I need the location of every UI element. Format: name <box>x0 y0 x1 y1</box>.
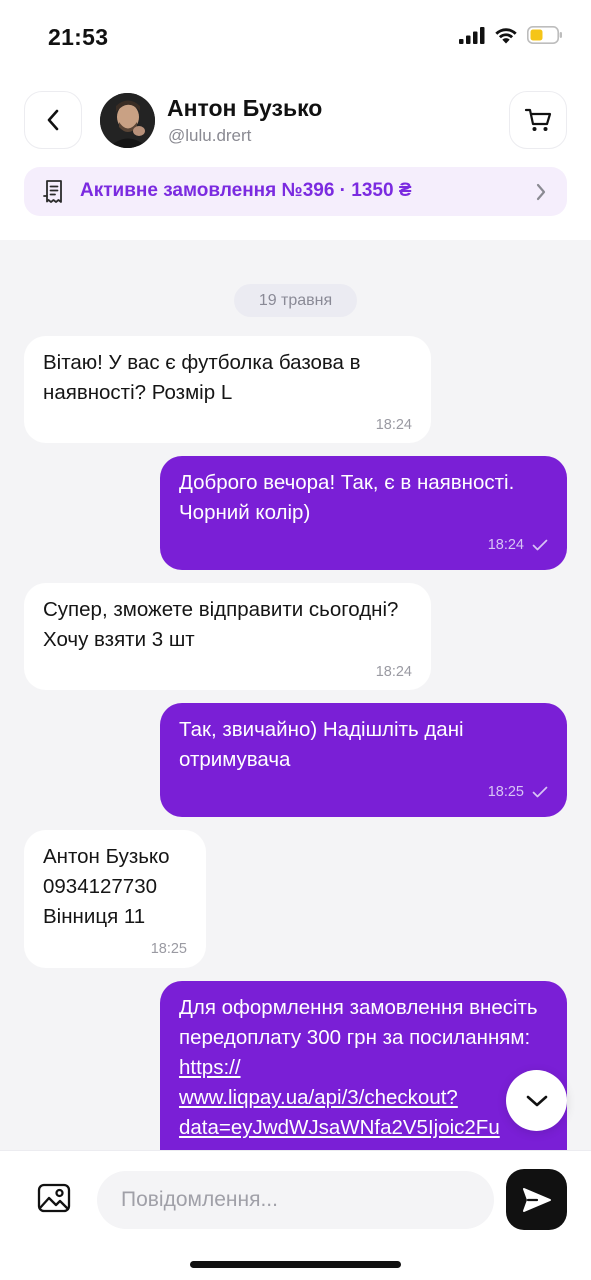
message-time: 18:25 <box>487 784 524 800</box>
message-outgoing[interactable]: Так, звичайно) Надішліть дані отримувача… <box>160 703 567 817</box>
cart-icon <box>524 108 552 131</box>
scroll-down-button[interactable] <box>506 1070 567 1131</box>
message-time: 18:24 <box>375 417 412 433</box>
wifi-icon <box>495 28 517 44</box>
message-list[interactable]: 19 травня Вітаю! У вас є футболка базова… <box>0 240 591 1150</box>
chevron-down-icon <box>526 1095 547 1106</box>
message-text: Антон Бузько 0934127730 Вінниця 11 <box>43 845 170 928</box>
message-time: 18:24 <box>487 537 524 553</box>
receipt-icon <box>43 180 62 203</box>
status-time: 21:53 <box>48 24 109 50</box>
cart-button[interactable] <box>509 91 567 149</box>
check-icon <box>532 539 548 551</box>
message-text: Доброго вечора! Так, є в наявності. Чорн… <box>179 471 515 524</box>
back-button[interactable] <box>24 91 82 149</box>
chevron-left-icon <box>47 109 59 131</box>
message-time: 18:24 <box>375 664 412 680</box>
chat-header: Антон Бузько @lulu.drert <box>0 90 591 152</box>
message-incoming[interactable]: Супер, зможете відправити сьогодні? Хочу… <box>24 583 431 690</box>
message-input[interactable] <box>97 1171 494 1229</box>
message-text: Так, звичайно) Надішліть дані отримувача <box>179 718 464 771</box>
contact-name[interactable]: Антон Бузько <box>167 95 322 122</box>
message-incoming[interactable]: Вітаю! У вас є футболка базова в наявнос… <box>24 336 431 443</box>
message-outgoing[interactable]: Доброго вечора! Так, є в наявності. Чорн… <box>160 456 567 570</box>
date-separator: 19 травня <box>234 284 357 317</box>
message-text: Супер, зможете відправити сьогодні? Хочу… <box>43 598 399 651</box>
battery-icon <box>527 26 562 44</box>
signal-icon <box>459 26 485 44</box>
message-composer <box>0 1150 591 1280</box>
check-icon <box>532 786 548 798</box>
active-order-banner[interactable]: Активне замовлення №396 · 1350 ₴ <box>24 167 567 216</box>
status-icons <box>459 26 563 44</box>
payment-link[interactable]: www.liqpay.ua/api/3/checkout? <box>179 1083 548 1113</box>
image-icon <box>37 1183 71 1213</box>
payment-link[interactable]: data=eyJwdWJsaWNfa2V5Ijoic2Fu <box>179 1113 548 1143</box>
message-outgoing[interactable]: Для оформлення замовлення внесіть передо… <box>160 981 567 1150</box>
message-text: Вітаю! У вас є футболка базова в наявнос… <box>43 351 361 404</box>
contact-handle: @lulu.drert <box>168 126 252 145</box>
message-text: Для оформлення замовлення внесіть передо… <box>179 996 538 1049</box>
active-order-text: Активне замовлення №396 · 1350 ₴ <box>80 180 412 201</box>
home-indicator <box>190 1261 401 1268</box>
message-incoming[interactable]: Антон Бузько 0934127730 Вінниця 11 18:25 <box>24 830 206 968</box>
send-icon <box>522 1187 551 1212</box>
avatar[interactable] <box>100 93 155 148</box>
chevron-right-icon <box>536 183 546 201</box>
message-time: 18:25 <box>150 941 187 957</box>
avatar-photo <box>100 93 155 148</box>
status-bar: 21:53 <box>0 0 591 76</box>
attach-image-button[interactable] <box>37 1183 71 1218</box>
send-button[interactable] <box>506 1169 567 1230</box>
payment-link[interactable]: https:// <box>179 1053 548 1083</box>
